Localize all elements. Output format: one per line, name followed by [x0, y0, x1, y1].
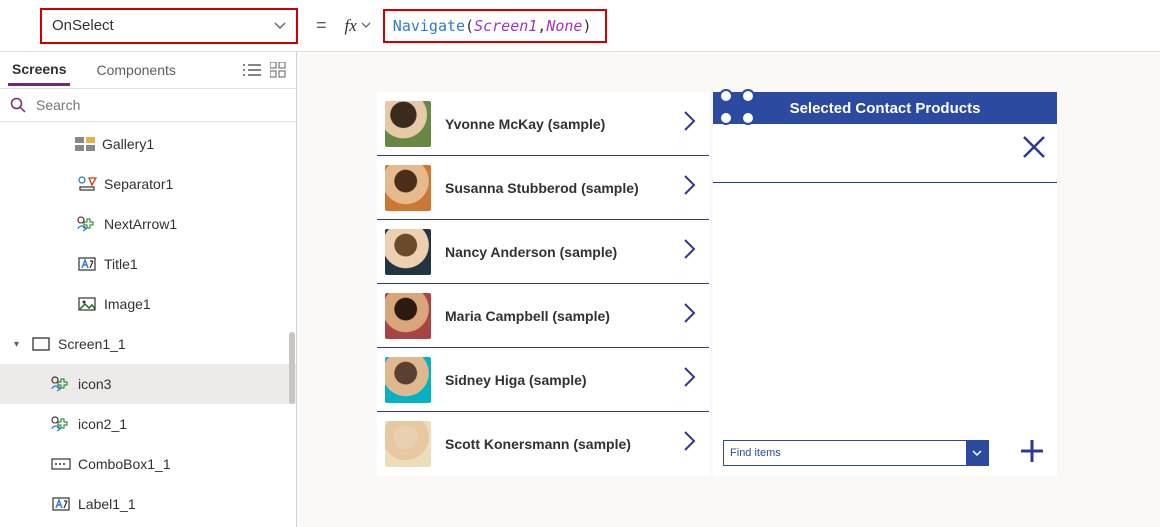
avatar [385, 165, 431, 211]
label-icon [76, 255, 98, 273]
tree-item-combobox1-1[interactable]: ComboBox1_1 [0, 444, 296, 484]
contact-name: Susanna Stubberod (sample) [431, 180, 679, 196]
tree-item-title1[interactable]: Title1 [0, 244, 296, 284]
tree-item-icon3[interactable]: icon3 [0, 364, 296, 404]
separator-icon [76, 175, 98, 193]
list-item[interactable]: Yvonne McKay (sample) [377, 92, 709, 156]
avatar [385, 357, 431, 403]
token-identifier: None [546, 17, 582, 35]
image-icon [76, 295, 98, 313]
list-item[interactable]: Sidney Higa (sample) [377, 348, 709, 412]
caret-down-icon: ▾ [14, 339, 24, 350]
equals-sign: = [316, 15, 327, 36]
tree-view: Gallery1 Separator1 NextArrow1 Title1 [0, 122, 296, 527]
search-input[interactable] [34, 96, 286, 114]
contact-name: Sidney Higa (sample) [431, 372, 679, 388]
search-icon [10, 97, 26, 113]
grid-view-icon[interactable] [268, 60, 288, 80]
tab-components[interactable]: Components [92, 56, 179, 84]
fx-label[interactable]: fx [345, 16, 371, 36]
find-items-combobox[interactable]: Find items [723, 440, 989, 466]
tree-item-icon2-1[interactable]: icon2_1 [0, 404, 296, 444]
property-selector-value: OnSelect [52, 17, 114, 34]
close-icon[interactable] [1021, 134, 1047, 167]
avatar [385, 421, 431, 467]
chevron-right-icon[interactable] [679, 174, 701, 202]
combobox-icon [50, 455, 72, 473]
resize-handle-icon[interactable] [719, 89, 733, 103]
tree-item-label: Image1 [104, 296, 151, 312]
tree-item-label: Title1 [104, 256, 138, 272]
gallery-icon [74, 135, 96, 153]
list-item[interactable]: Maria Campbell (sample) [377, 284, 709, 348]
tree-item-separator1[interactable]: Separator1 [0, 164, 296, 204]
token-identifier: Screen1 [474, 17, 537, 35]
tree-view-panel: Screens Components Gallery1 [0, 52, 297, 527]
chevron-right-icon[interactable] [679, 430, 701, 458]
formula-bar: OnSelect = fx Navigate ( Screen1 , None … [0, 0, 1160, 52]
chevron-down-icon [361, 20, 371, 32]
screen-icon [30, 335, 52, 353]
canvas-area[interactable]: Yvonne McKay (sample) Susanna Stubberod … [297, 52, 1160, 527]
tree-item-label: Separator1 [104, 176, 173, 192]
list-item[interactable]: Susanna Stubberod (sample) [377, 156, 709, 220]
list-item[interactable]: Scott Konersmann (sample) [377, 412, 709, 476]
contact-name: Maria Campbell (sample) [431, 308, 679, 324]
tree-item-label: Gallery1 [102, 136, 154, 152]
find-items-placeholder: Find items [730, 447, 781, 459]
chevron-right-icon[interactable] [679, 238, 701, 266]
chevron-right-icon[interactable] [679, 302, 701, 330]
list-view-icon[interactable] [242, 60, 262, 80]
property-selector[interactable]: OnSelect [40, 8, 298, 44]
tree-item-label: ComboBox1_1 [78, 456, 171, 472]
tree-item-label: icon3 [78, 376, 111, 392]
tree-item-label: Label1_1 [78, 496, 136, 512]
resize-handle-icon[interactable] [741, 89, 755, 103]
tree-item-nextarrow1[interactable]: NextArrow1 [0, 204, 296, 244]
contact-name: Nancy Anderson (sample) [431, 244, 679, 260]
icon-control-icon [50, 415, 72, 433]
chevron-right-icon[interactable] [679, 366, 701, 394]
contact-gallery: Yvonne McKay (sample) Susanna Stubberod … [377, 92, 709, 476]
search-box[interactable] [0, 88, 296, 122]
add-icon[interactable] [1019, 438, 1045, 470]
scrollbar-thumb[interactable] [289, 332, 295, 404]
chevron-down-icon [274, 19, 286, 33]
resize-handle-icon[interactable] [719, 111, 733, 125]
tree-item-label: NextArrow1 [104, 216, 177, 232]
tab-screens[interactable]: Screens [8, 55, 70, 86]
contact-name: Yvonne McKay (sample) [431, 116, 679, 132]
list-item[interactable]: Nancy Anderson (sample) [377, 220, 709, 284]
tree-item-screen1-1[interactable]: ▾ Screen1_1 [0, 324, 296, 364]
app-preview: Yvonne McKay (sample) Susanna Stubberod … [377, 92, 1057, 476]
token-function: Navigate [393, 17, 465, 35]
label-icon [50, 495, 72, 513]
tree-item-label: icon2_1 [78, 416, 127, 432]
detail-pane: Selected Contact Products Find items [713, 92, 1057, 476]
detail-header: Selected Contact Products [713, 92, 1057, 124]
avatar [385, 229, 431, 275]
tree-item-image1[interactable]: Image1 [0, 284, 296, 324]
icon-control-icon [76, 215, 98, 233]
tree-item-label: Screen1_1 [58, 336, 126, 352]
formula-input[interactable]: Navigate ( Screen1 , None ) [383, 9, 608, 43]
avatar [385, 101, 431, 147]
selection-handles[interactable] [719, 89, 757, 127]
tree-item-gallery1[interactable]: Gallery1 [0, 124, 296, 164]
detail-header-title: Selected Contact Products [790, 100, 981, 117]
contact-name: Scott Konersmann (sample) [431, 436, 679, 452]
chevron-down-icon[interactable] [966, 441, 988, 465]
divider [713, 182, 1057, 183]
resize-handle-icon[interactable] [741, 111, 755, 125]
chevron-right-icon[interactable] [679, 110, 701, 138]
avatar [385, 293, 431, 339]
icon-control-icon [50, 375, 72, 393]
tree-item-label1-1[interactable]: Label1_1 [0, 484, 296, 524]
